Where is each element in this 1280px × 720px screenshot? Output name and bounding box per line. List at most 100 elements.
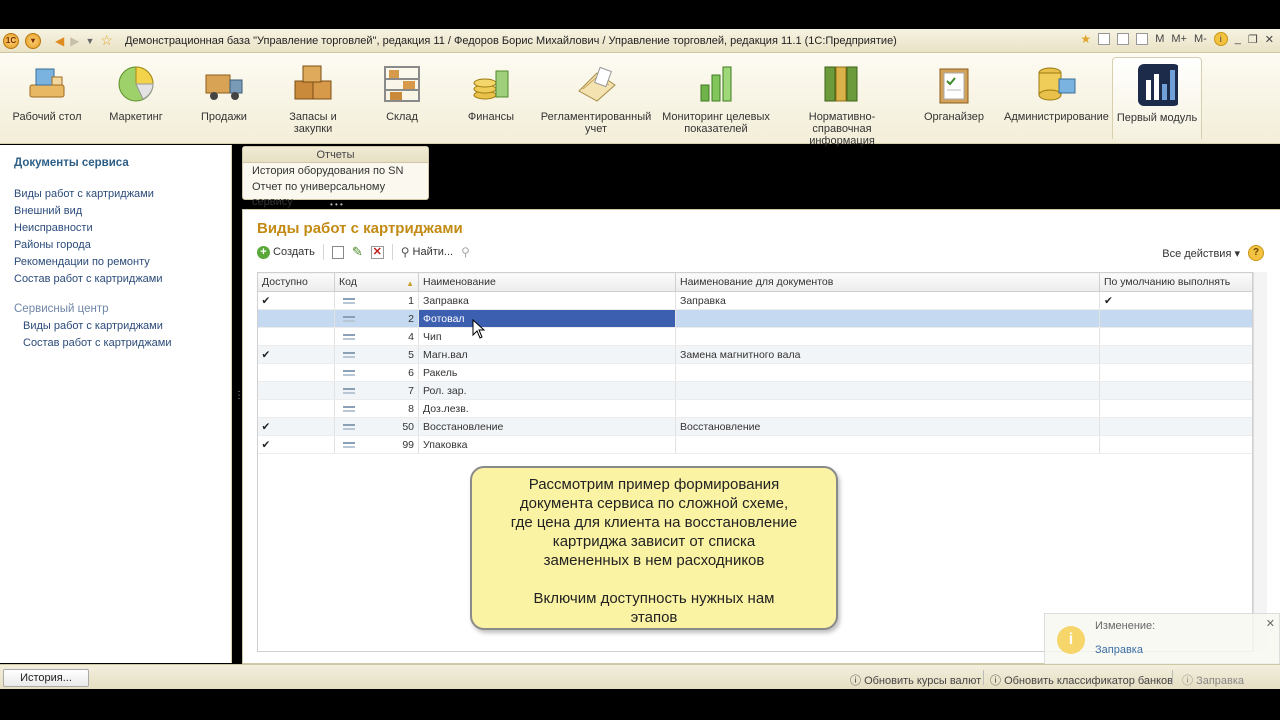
edit-icon[interactable]: ✎ <box>352 244 363 260</box>
default-cell[interactable]: ✔ <box>1099 291 1254 310</box>
doc-name-cell[interactable]: Восстановление <box>675 417 1100 436</box>
default-cell[interactable] <box>1099 399 1254 418</box>
available-cell[interactable]: ✔ <box>257 345 335 364</box>
section-finance[interactable]: Финансы <box>441 63 541 123</box>
app-logo-icon[interactable]: 1С <box>3 32 19 49</box>
memory-minus-button[interactable]: M- <box>1194 33 1207 45</box>
minimize-icon[interactable]: _ <box>1235 33 1241 45</box>
all-actions-button[interactable]: Все действия ▾ <box>1162 247 1240 260</box>
memory-button[interactable]: M <box>1155 33 1164 45</box>
nav-link-cartridge-composition[interactable]: Состав работ с картриджами <box>14 273 163 285</box>
default-cell[interactable] <box>1099 363 1254 382</box>
available-cell[interactable] <box>257 399 335 418</box>
column-header-default[interactable]: По умолчанию выполнять <box>1099 272 1254 292</box>
link-icon[interactable] <box>1098 33 1111 45</box>
default-cell[interactable] <box>1099 435 1254 454</box>
column-header-code[interactable]: Код ▲ <box>334 272 419 292</box>
table-row[interactable]: 7 Рол. зар. <box>257 381 1254 400</box>
nav-link-faults[interactable]: Неисправности <box>14 222 93 234</box>
default-cell[interactable] <box>1099 327 1254 346</box>
find-button[interactable]: ⚲ Найти... <box>401 245 453 259</box>
section-reference[interactable]: Нормативно-справочная информация <box>780 63 904 147</box>
back-arrow-icon[interactable]: ◀ <box>55 34 64 48</box>
reports-resize-handle[interactable]: • • • <box>330 200 343 209</box>
name-cell[interactable]: Магн.вал <box>418 345 676 364</box>
available-cell[interactable]: ✔ <box>257 417 335 436</box>
history-button[interactable]: История... <box>3 669 89 687</box>
name-cell[interactable]: Ракель <box>418 363 676 382</box>
forward-arrow-icon[interactable]: ▶ <box>70 34 79 48</box>
nav-sublink-cartridge-composition[interactable]: Состав работ с картриджами <box>23 337 172 349</box>
doc-name-cell[interactable] <box>675 327 1100 346</box>
default-cell[interactable] <box>1099 381 1254 400</box>
delete-icon[interactable]: ✕ <box>370 245 384 259</box>
available-cell[interactable] <box>257 363 335 382</box>
nav-link-cartridge-works[interactable]: Виды работ с картриджами <box>14 188 154 200</box>
create-button[interactable]: + Создать <box>257 245 315 259</box>
doc-name-cell[interactable]: Замена магнитного вала <box>675 345 1100 364</box>
name-cell[interactable]: Рол. зар. <box>418 381 676 400</box>
status-fill-item[interactable]: ⓘ Заправка <box>1182 672 1244 688</box>
section-sales[interactable]: Продажи <box>174 63 274 123</box>
table-row[interactable]: ✔ 5 Магн.вал Замена магнитного вала <box>257 345 1254 364</box>
default-cell[interactable] <box>1099 309 1254 328</box>
column-header-doc-name[interactable]: Наименование для документов <box>675 272 1100 292</box>
doc-name-cell[interactable] <box>675 435 1100 454</box>
name-cell[interactable]: Доз.лезв. <box>418 399 676 418</box>
available-cell[interactable]: ✔ <box>257 435 335 454</box>
section-desktop[interactable]: Рабочий стол <box>0 63 97 123</box>
section-stocks[interactable]: Запасы и закупки <box>263 63 363 135</box>
table-row[interactable]: 4 Чип <box>257 327 1254 346</box>
column-header-name[interactable]: Наименование <box>418 272 676 292</box>
copy-icon[interactable] <box>331 245 344 259</box>
restore-icon[interactable]: ❐ <box>1248 33 1258 46</box>
default-cell[interactable] <box>1099 417 1254 436</box>
main-menu-icon[interactable]: ▾ <box>25 32 41 49</box>
help-icon[interactable]: ? <box>1248 245 1264 261</box>
table-row-selected[interactable]: 2 Фотовал <box>257 309 1254 328</box>
doc-name-cell[interactable]: Заправка <box>675 291 1100 310</box>
close-icon[interactable]: ✕ <box>1265 33 1274 46</box>
memory-plus-button[interactable]: M+ <box>1171 33 1187 45</box>
doc-name-cell[interactable] <box>675 399 1100 418</box>
section-marketing[interactable]: Маркетинг <box>86 63 186 123</box>
available-cell[interactable] <box>257 381 335 400</box>
nav-link-repair-recommendations[interactable]: Рекомендации по ремонту <box>14 256 150 268</box>
table-scrollbar[interactable] <box>1253 272 1267 652</box>
table-row[interactable]: 8 Доз.лезв. <box>257 399 1254 418</box>
table-row[interactable]: ✔ 50 Восстановление Восстановление <box>257 417 1254 436</box>
report-link-equipment-history[interactable]: История оборудования по SN <box>243 163 428 180</box>
favorites-icon[interactable]: ★ <box>1080 32 1091 46</box>
name-cell[interactable]: Упаковка <box>418 435 676 454</box>
doc-name-cell[interactable] <box>675 363 1100 382</box>
doc-name-cell[interactable] <box>675 309 1100 328</box>
doc-name-cell[interactable] <box>675 381 1100 400</box>
nav-link-appearance[interactable]: Внешний вид <box>14 205 82 217</box>
notification-link[interactable]: Заправка <box>1095 644 1143 656</box>
section-admin[interactable]: Администрирование <box>1004 63 1109 123</box>
nav-link-districts[interactable]: Районы города <box>14 239 91 251</box>
section-monitoring[interactable]: Мониторинг целевых показателей <box>661 63 771 135</box>
info-icon[interactable]: i <box>1213 32 1228 46</box>
name-cell[interactable]: Восстановление <box>418 417 676 436</box>
default-cell[interactable] <box>1099 345 1254 364</box>
update-rates-link[interactable]: ⓘ Обновить курсы валют <box>850 672 981 688</box>
history-dropdown-icon[interactable]: ▼ <box>85 36 94 46</box>
available-cell[interactable] <box>257 309 335 328</box>
available-cell[interactable] <box>257 327 335 346</box>
table-row[interactable]: ✔ 1 Заправка Заправка ✔ <box>257 291 1254 310</box>
calculator-icon[interactable] <box>1117 33 1130 45</box>
name-cell-active[interactable]: Фотовал <box>418 309 676 328</box>
column-header-available[interactable]: Доступно <box>257 272 335 292</box>
update-banks-link[interactable]: ⓘ Обновить классификатор банков <box>990 672 1173 688</box>
name-cell[interactable]: Заправка <box>418 291 676 310</box>
calendar-icon[interactable] <box>1136 33 1149 45</box>
favorites-star-icon[interactable]: ☆ <box>100 32 113 49</box>
table-row[interactable]: ✔ 99 Упаковка <box>257 435 1254 454</box>
table-row[interactable]: 6 Ракель <box>257 363 1254 382</box>
cancel-search-icon[interactable]: ⚲ <box>461 245 470 259</box>
section-regulated[interactable]: Регламентированный учет <box>540 63 652 135</box>
section-organizer[interactable]: Органайзер <box>904 63 1004 123</box>
close-notification-icon[interactable]: ✕ <box>1266 617 1275 630</box>
section-warehouse[interactable]: Склад <box>352 63 452 123</box>
